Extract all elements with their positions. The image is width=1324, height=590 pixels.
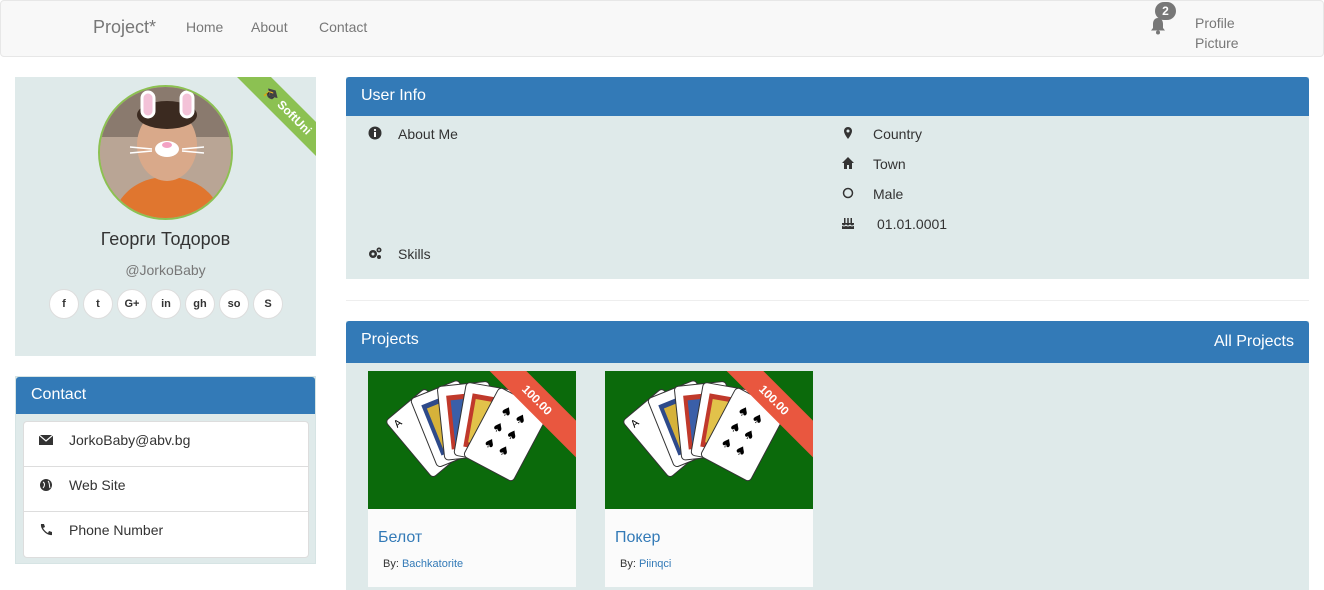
skills-label: Skills — [398, 246, 431, 262]
gender-label: Male — [873, 186, 904, 202]
project-title[interactable]: Покер — [615, 529, 660, 547]
project-author-line: By: Piinqci — [620, 558, 671, 570]
project-image[interactable]: A ♠ ♠ ♠ ♠ ♠ ♠ 100.00 — [605, 371, 813, 509]
twitter-icon[interactable]: t — [83, 289, 113, 319]
nav-home-link[interactable]: Home — [186, 19, 223, 35]
contact-panel: Contact JorkoBaby@abv.bg Web Site Phone … — [15, 376, 316, 564]
info-icon — [368, 126, 382, 140]
divider — [346, 300, 1309, 301]
contact-list: JorkoBaby@abv.bg Web Site Phone Number — [23, 421, 309, 558]
phone-icon — [40, 524, 52, 536]
project-card[interactable]: A ♠ ♠ ♠ ♠ ♠ ♠ 100.00 Белот By: Bachkator… — [368, 371, 576, 587]
project-author-line: By: Bachkatorite — [383, 558, 463, 570]
user-info-panel: User Info About Me Skills Country Town M… — [346, 77, 1309, 279]
town-label: Town — [873, 156, 906, 172]
by-label: By: — [620, 558, 636, 570]
brand-link[interactable]: Project* — [93, 17, 156, 38]
stackoverflow-icon[interactable]: so — [219, 289, 249, 319]
projects-title: Projects — [361, 331, 419, 348]
map-marker-icon — [844, 127, 852, 139]
contact-website-item[interactable]: Web Site — [24, 467, 308, 512]
linkedin-icon[interactable]: in — [151, 289, 181, 319]
circle-icon — [842, 187, 854, 199]
profile-picture-link[interactable]: Profile Picture — [1195, 13, 1255, 53]
project-image[interactable]: A ♠ ♠ ♠ ♠ ♠ ♠ 100.00 — [368, 371, 576, 509]
project-card[interactable]: A ♠ ♠ ♠ ♠ ♠ ♠ 100.00 Покер By: Piinqci — [605, 371, 813, 587]
softuni-ribbon: 🎓 SoftUni — [227, 77, 316, 163]
contact-phone-item[interactable]: Phone Number — [24, 512, 308, 557]
project-author-link[interactable]: Bachkatorite — [402, 558, 463, 570]
avatar — [98, 85, 233, 220]
profile-picture-line1: Profile — [1195, 15, 1235, 31]
navbar: Project* Home About Contact 2 Profile Pi… — [0, 0, 1324, 57]
envelope-icon — [39, 434, 53, 445]
github-icon[interactable]: gh — [185, 289, 215, 319]
social-links: f t G+ in gh so S — [49, 289, 283, 319]
all-projects-link[interactable]: All Projects — [1214, 333, 1294, 351]
profile-picture-line2: Picture — [1195, 35, 1239, 51]
country-label: Country — [873, 126, 923, 142]
projects-panel: Projects All Projects A ♠ ♠ ♠ ♠ ♠ ♠ 100.… — [346, 321, 1309, 590]
contact-email: JorkoBaby@abv.bg — [69, 432, 191, 448]
about-me-label: About Me — [398, 126, 458, 142]
skype-icon[interactable]: S — [253, 289, 283, 319]
ribbon-label: SoftUni — [274, 97, 315, 138]
cogs-icon — [369, 247, 382, 259]
contact-email-item[interactable]: JorkoBaby@abv.bg — [24, 422, 308, 467]
user-info-title: User Info — [346, 77, 1309, 116]
birthday-label: 01.01.0001 — [877, 216, 948, 232]
projects-header: Projects All Projects — [346, 321, 1309, 363]
birthday-cake-icon — [841, 218, 855, 229]
nav-about-link[interactable]: About — [251, 19, 288, 35]
notification-badge[interactable]: 2 — [1155, 2, 1176, 20]
profile-name: Георги Тодоров — [100, 229, 231, 249]
nav-contact-link[interactable]: Contact — [319, 19, 367, 35]
contact-title: Contact — [16, 377, 315, 414]
profile-username: @JorkoBaby — [125, 262, 206, 278]
project-author-link[interactable]: Piinqci — [639, 558, 671, 570]
contact-phone: Phone Number — [69, 522, 164, 538]
google-plus-icon[interactable]: G+ — [117, 289, 147, 319]
home-icon — [842, 157, 854, 169]
contact-website: Web Site — [69, 477, 126, 493]
by-label: By: — [383, 558, 399, 570]
globe-icon — [40, 479, 52, 491]
facebook-icon[interactable]: f — [49, 289, 79, 319]
profile-card: 🎓 SoftUni Георги Тодоров @JorkoBaby f t … — [15, 77, 316, 356]
project-title[interactable]: Белот — [378, 529, 422, 547]
